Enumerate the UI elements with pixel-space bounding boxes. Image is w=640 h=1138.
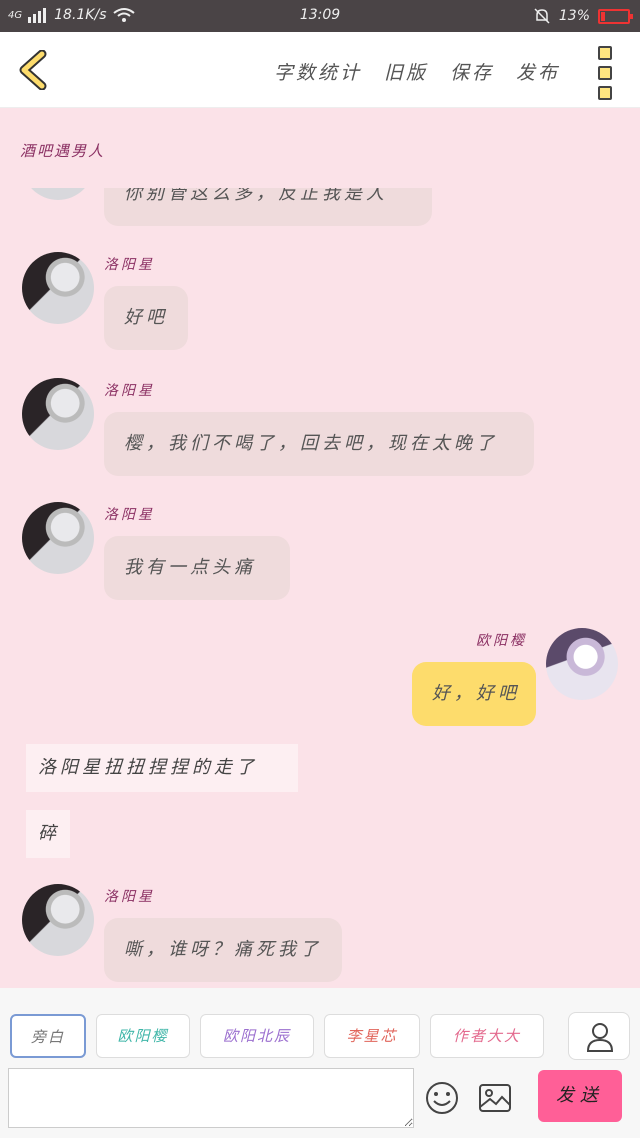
- character-chip[interactable]: 李星芯: [324, 1014, 420, 1058]
- more-menu-icon[interactable]: [598, 46, 614, 100]
- composer-panel: 旁白 欧阳樱 欧阳北辰 李星芯 作者大大 发送: [0, 988, 640, 1138]
- battery-icon: [598, 8, 633, 24]
- avatar[interactable]: [22, 252, 94, 324]
- message-bubble: 你别管这么多，反正我是人: [104, 188, 432, 226]
- avatar[interactable]: [22, 378, 94, 450]
- battery-fill: [601, 11, 605, 21]
- narration-line: 碎: [26, 810, 70, 858]
- sender-name: 欧阳樱: [476, 633, 527, 649]
- word-count-button[interactable]: 字数统计: [274, 58, 362, 85]
- battery-percent: 13%: [558, 8, 590, 24]
- emoji-icon[interactable]: [424, 1080, 460, 1116]
- chat-area[interactable]: 你别管这么多，反正我是人 洛阳星 好吧 洛阳星 樱，我们不喝了，回去吧，现在太晚…: [0, 188, 640, 986]
- message-bubble: 好吧: [104, 286, 188, 350]
- sender-name: 洛阳星: [104, 383, 155, 399]
- status-right: 13%: [533, 7, 633, 25]
- avatar[interactable]: [22, 884, 94, 956]
- sender-name: 洛阳星: [104, 257, 155, 273]
- app-header: 字数统计 旧版 保存 发布: [0, 32, 640, 108]
- header-nav: 字数统计 旧版 保存 发布: [274, 58, 560, 85]
- message-bubble: 好，好吧: [412, 662, 536, 726]
- mute-bell-icon: [534, 8, 550, 24]
- message-bubble: 我有一点头痛: [104, 536, 290, 600]
- avatar[interactable]: [22, 502, 94, 574]
- sender-name: 洛阳星: [104, 889, 155, 905]
- back-chevron-icon[interactable]: [16, 50, 52, 90]
- old-version-button[interactable]: 旧版: [384, 58, 428, 85]
- character-chip-narrator[interactable]: 旁白: [10, 1014, 86, 1058]
- image-icon[interactable]: [478, 1082, 512, 1114]
- character-chip[interactable]: 欧阳北辰: [200, 1014, 314, 1058]
- publish-button[interactable]: 发布: [516, 58, 560, 85]
- message-bubble: 嘶，谁呀？痛死我了: [104, 918, 342, 982]
- character-selector: 旁白 欧阳樱 欧阳北辰 李星芯 作者大大: [10, 1014, 544, 1058]
- message-input[interactable]: [8, 1068, 414, 1128]
- character-chip[interactable]: 作者大大: [430, 1014, 544, 1058]
- avatar[interactable]: [546, 628, 618, 700]
- sender-name: 洛阳星: [104, 507, 155, 523]
- add-character-button[interactable]: [568, 1012, 630, 1060]
- narration-line: 洛阳星扭扭捏捏的走了: [26, 744, 298, 792]
- character-chip[interactable]: 欧阳樱: [96, 1014, 190, 1058]
- message-bubble: 樱，我们不喝了，回去吧，现在太晚了: [104, 412, 534, 476]
- save-button[interactable]: 保存: [450, 58, 494, 85]
- avatar[interactable]: [22, 188, 94, 200]
- status-bar: 4G 18.1K/s 13:09 13%: [0, 0, 640, 32]
- person-icon: [586, 1023, 614, 1052]
- send-button[interactable]: 发送: [538, 1070, 622, 1122]
- story-title: 酒吧遇男人: [20, 142, 106, 160]
